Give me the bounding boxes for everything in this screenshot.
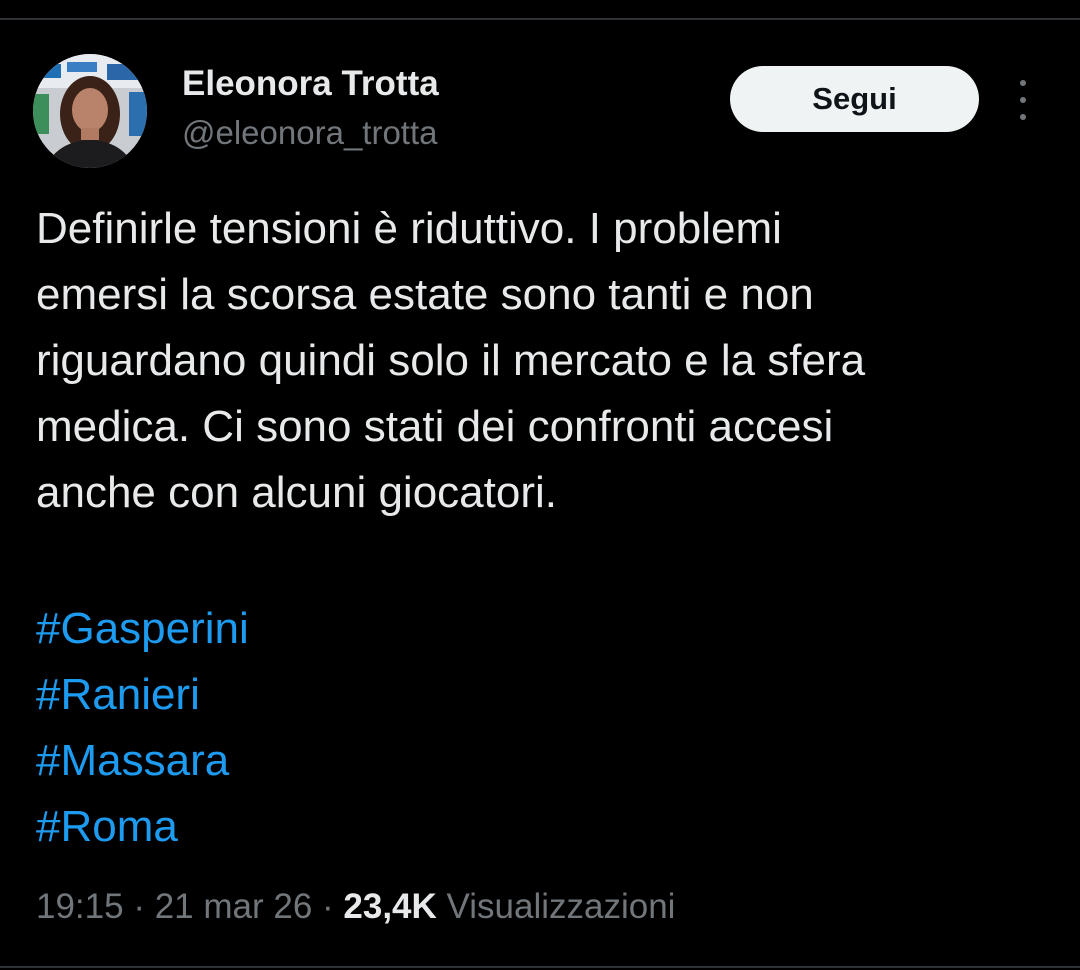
hashtag-link[interactable]: #Gasperini — [36, 596, 249, 662]
more-vertical-icon[interactable] — [1008, 80, 1038, 120]
meta-separator: · — [312, 887, 344, 926]
top-divider — [0, 18, 1080, 20]
meta-separator: · — [123, 887, 155, 926]
tweet-time[interactable]: 19:15 — [36, 887, 124, 926]
hashtag-link[interactable]: #Massara — [36, 728, 249, 794]
more-dot — [1020, 80, 1026, 86]
avatar-image — [33, 54, 147, 168]
hashtag-link[interactable]: #Roma — [36, 794, 249, 860]
more-dot — [1020, 97, 1026, 103]
tweet-meta: 19:15 · 21 mar 26 · 23,4K Visualizzazion… — [36, 884, 675, 930]
more-dot — [1020, 114, 1026, 120]
hashtag-link[interactable]: #Ranieri — [36, 662, 249, 728]
author-name[interactable]: Eleonora Trotta — [182, 62, 439, 106]
author-handle[interactable]: @eleonora_trotta — [182, 113, 438, 153]
tweet-text: Definirle tensioni è riduttivo. I proble… — [36, 204, 866, 517]
views-count[interactable]: 23,4K — [343, 887, 436, 926]
tweet-date[interactable]: 21 mar 26 — [155, 887, 313, 926]
views-label: Visualizzazioni — [436, 887, 676, 926]
avatar[interactable] — [33, 54, 147, 168]
bottom-divider — [0, 966, 1080, 968]
hashtag-list: #Gasperini #Ranieri #Massara #Roma — [36, 596, 249, 860]
follow-button[interactable]: Segui — [730, 66, 979, 132]
